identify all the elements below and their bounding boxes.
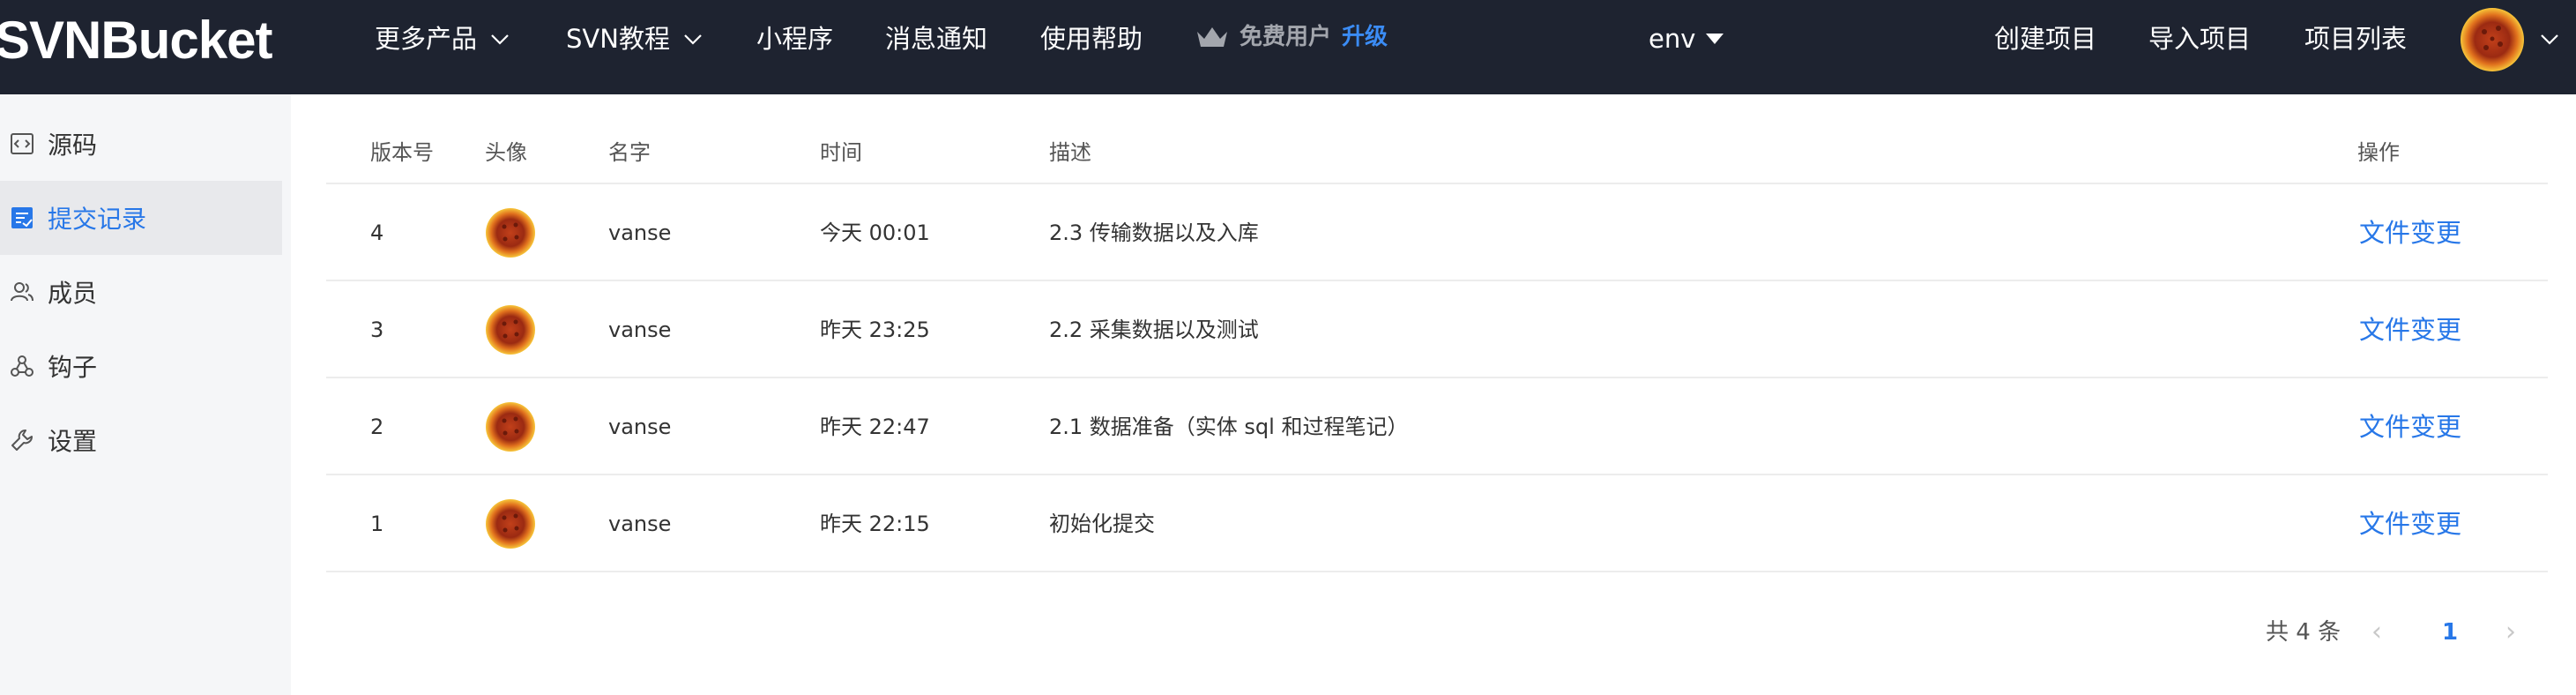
commit-log-icon [11, 207, 33, 228]
sidebar-item-source[interactable]: 源码 [0, 107, 282, 181]
commit-time-cell: 昨天 22:15 [820, 512, 930, 536]
code-file-icon [11, 133, 34, 154]
project-list-label: 项目列表 [2304, 24, 2408, 54]
sidebar-item-label: 设置 [48, 427, 98, 456]
chevron-down-icon [684, 34, 702, 45]
create-project-label: 创建项目 [1994, 24, 2097, 54]
free-user-status: 免费用户 升级 [1195, 0, 1388, 74]
sidebar-item-hooks[interactable]: 钩子 [0, 329, 282, 403]
top-navigation-bar: SVNBucket 更多产品 SVN教程 小程序 消息通知 使用帮助 免费用户 … [0, 0, 2576, 94]
table-row: 4 vanse 今天 00:01 2.3 传输数据以及入库 文件变更 [326, 184, 2548, 281]
column-header: 头像 [485, 140, 527, 165]
project-selector[interactable]: env [1649, 0, 1724, 78]
chevron-down-icon[interactable] [2539, 28, 2560, 49]
column-header: 版本号 [370, 140, 434, 165]
version-cell: 2 [370, 415, 384, 439]
column-header: 描述 [1049, 140, 1091, 165]
author-name-cell: vanse [608, 512, 672, 536]
column-header: 操作 [2357, 140, 2400, 165]
import-project-label: 导入项目 [2148, 24, 2252, 54]
author-name-cell: vanse [608, 318, 672, 342]
author-name-cell: vanse [608, 415, 672, 439]
nav-mini-program-label: 小程序 [756, 24, 834, 54]
user-avatar[interactable] [2460, 7, 2525, 72]
nav-svn-tutorial-label: SVN教程 [566, 24, 670, 54]
nav-more-products-label: 更多产品 [375, 24, 478, 54]
commit-description-cell: 2.3 传输数据以及入库 [1049, 220, 1259, 245]
pagination-page-1[interactable]: 1 [2442, 606, 2458, 659]
project-list-link[interactable]: 项目列表 [2304, 0, 2407, 78]
crown-icon [1197, 27, 1227, 47]
chevron-down-icon [491, 34, 509, 45]
commit-history-panel: 版本号 头像 名字 时间 描述 操作 4 vanse 今天 00:01 2.3 … [291, 94, 2576, 695]
commit-author-avatar [486, 305, 535, 355]
table-header: 版本号 头像 名字 时间 描述 操作 [326, 121, 2548, 184]
sidebar-item-label: 源码 [48, 131, 98, 160]
free-user-label: 免费用户 [1240, 24, 1332, 50]
commit-time-cell: 今天 00:01 [820, 220, 930, 245]
create-project-link[interactable]: 创建项目 [1994, 0, 2096, 78]
nav-more-products[interactable]: 更多产品 [375, 0, 510, 78]
wrench-icon [11, 430, 33, 451]
sidebar-item-label: 提交记录 [48, 205, 147, 234]
commit-author-avatar [486, 402, 535, 452]
commit-time-cell: 昨天 23:25 [820, 318, 930, 342]
commit-description-cell: 2.2 采集数据以及测试 [1049, 318, 1259, 342]
caret-down-icon [1706, 34, 1724, 44]
file-changes-link[interactable]: 文件变更 [2359, 184, 2461, 281]
import-project-link[interactable]: 导入项目 [2148, 0, 2251, 78]
upgrade-link[interactable]: 升级 [1342, 0, 1388, 74]
sidebar-item-label: 成员 [48, 279, 98, 308]
commit-description-cell: 初始化提交 [1049, 512, 1155, 536]
version-cell: 4 [370, 220, 384, 245]
pagination-total: 共 4 条 [2266, 619, 2341, 646]
pagination-next-button[interactable]: › [2505, 606, 2516, 659]
commit-author-avatar [486, 208, 535, 258]
commit-description-cell: 2.1 数据准备（实体 sql 和过程笔记） [1049, 415, 1409, 439]
sidebar-item-settings[interactable]: 设置 [0, 403, 282, 477]
webhook-icon [11, 355, 34, 377]
nav-notifications[interactable]: 消息通知 [885, 0, 987, 78]
sidebar: 源码 提交记录 成员 钩子 设置 [0, 94, 291, 695]
pagination-prev-button[interactable]: ‹ [2371, 606, 2382, 659]
file-changes-link[interactable]: 文件变更 [2359, 475, 2461, 572]
commit-author-avatar [486, 499, 535, 549]
version-cell: 1 [370, 512, 384, 536]
sidebar-item-label: 钩子 [48, 353, 98, 382]
table-row: 1 vanse 昨天 22:15 初始化提交 文件变更 [326, 475, 2548, 572]
table-row: 2 vanse 昨天 22:47 2.1 数据准备（实体 sql 和过程笔记） … [326, 378, 2548, 475]
project-selector-label: env [1649, 24, 1696, 54]
members-icon [11, 282, 34, 302]
sidebar-item-members[interactable]: 成员 [0, 255, 282, 329]
column-header: 时间 [820, 140, 862, 165]
column-header: 名字 [608, 140, 651, 165]
nav-notifications-label: 消息通知 [885, 24, 988, 54]
author-name-cell: vanse [608, 220, 672, 245]
nav-help[interactable]: 使用帮助 [1040, 0, 1143, 78]
file-changes-link[interactable]: 文件变更 [2359, 281, 2461, 378]
commit-time-cell: 昨天 22:47 [820, 415, 930, 439]
table-row: 3 vanse 昨天 23:25 2.2 采集数据以及测试 文件变更 [326, 281, 2548, 378]
nav-mini-program[interactable]: 小程序 [756, 0, 833, 78]
version-cell: 3 [370, 318, 384, 342]
nav-help-label: 使用帮助 [1040, 24, 1143, 54]
file-changes-link[interactable]: 文件变更 [2359, 378, 2461, 475]
sidebar-item-commits[interactable]: 提交记录 [0, 181, 282, 255]
nav-svn-tutorial[interactable]: SVN教程 [566, 0, 704, 78]
app-logo[interactable]: SVNBucket [0, 5, 272, 76]
